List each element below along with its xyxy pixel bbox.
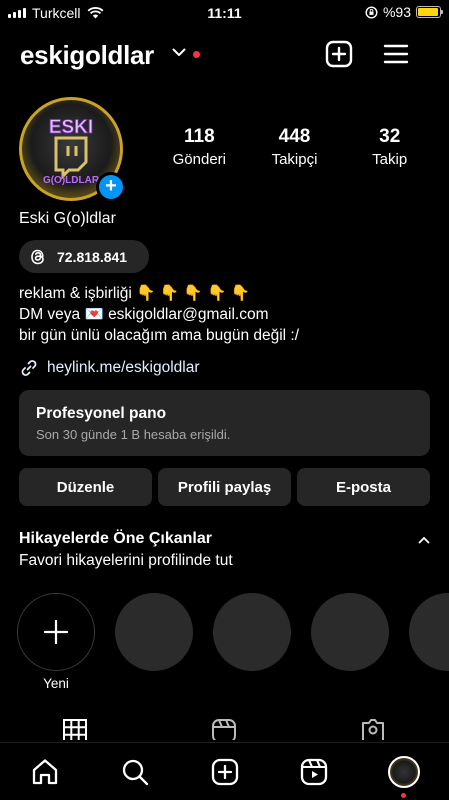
profile-link[interactable]: heylink.me/eskigoldlar: [19, 358, 200, 378]
professional-dashboard[interactable]: Profesyonel pano Son 30 günde 1 B hesaba…: [19, 390, 430, 456]
edit-profile-button[interactable]: Düzenle: [19, 468, 152, 506]
chevron-down-icon[interactable]: [172, 48, 186, 57]
highlight-placeholder: [115, 593, 193, 671]
highlights-subtitle: Favori hikayelerini profilinde tut: [19, 552, 233, 569]
avatar-text-bottom: G(O)LDLAR: [43, 175, 100, 186]
profile-stats: 118 Gönderi 448 Takipçi 32 Takip: [150, 126, 439, 168]
bio: reklam & işbirliği 👇 👇 👇 👇 👇 DM veya 💌 e…: [19, 283, 299, 346]
following-stat[interactable]: 32 Takip: [340, 126, 439, 168]
posts-stat[interactable]: 118 Gönderi: [150, 126, 249, 168]
new-highlight-label: Yeni: [43, 676, 69, 691]
twitch-logo-icon: [54, 136, 88, 180]
tagged-icon[interactable]: [360, 718, 386, 740]
link-text[interactable]: heylink.me/eskigoldlar: [47, 359, 200, 377]
bottom-navigation: [0, 742, 449, 800]
add-story-button[interactable]: +: [96, 172, 126, 202]
highlights-title: Hikayelerde Öne Çıkanlar: [19, 530, 212, 547]
highlight-placeholder: [213, 593, 291, 671]
avatar-text-top: ESKI: [49, 117, 93, 138]
profile-header: eskigoldlar: [20, 36, 429, 76]
link-icon: [21, 360, 37, 376]
menu-icon[interactable]: [382, 40, 410, 68]
display-name: Eski G(o)ldlar: [19, 210, 116, 227]
highlights-row: Yeni: [17, 593, 449, 693]
chevron-up-icon[interactable]: [418, 536, 430, 544]
followers-count: 448: [278, 126, 311, 147]
profile-tabs: [0, 718, 449, 740]
bio-line: reklam & işbirliği 👇 👇 👇 👇 👇: [19, 285, 250, 302]
posts-count: 118: [183, 126, 215, 147]
home-icon[interactable]: [30, 757, 60, 787]
notification-dot: [193, 51, 200, 58]
username[interactable]: eskigoldlar: [20, 40, 154, 71]
highlights-section: Hikayelerde Öne Çıkanlar Favori hikayele…: [19, 530, 430, 570]
followers-stat[interactable]: 448 Takipçi: [249, 126, 341, 168]
create-post-icon[interactable]: [325, 40, 353, 68]
threads-count: 72.818.841: [57, 248, 128, 265]
threads-icon: [31, 249, 44, 264]
profile-nav-avatar[interactable]: [388, 756, 420, 788]
battery-fill: [418, 8, 438, 16]
create-icon[interactable]: [210, 757, 240, 787]
highlight-placeholder: [311, 593, 389, 671]
status-bar: Turkcell 11:11 %93: [0, 0, 449, 26]
bio-line: DM veya 💌 eskigoldlar@gmail.com: [19, 306, 269, 323]
highlight-placeholder: [409, 593, 449, 671]
posts-label: Gönderi: [172, 151, 226, 168]
plus-icon: [43, 619, 69, 645]
email-button[interactable]: E-posta: [297, 468, 430, 506]
followers-label: Takipçi: [271, 151, 318, 168]
share-profile-button[interactable]: Profili paylaş: [158, 468, 291, 506]
search-icon[interactable]: [120, 757, 150, 787]
bio-line: bir gün ünlü olacağım ama bugün değil :/: [19, 327, 300, 344]
notification-dot: [401, 793, 406, 798]
dashboard-title: Profesyonel pano: [36, 405, 167, 422]
grid-icon[interactable]: [62, 718, 88, 740]
profile-action-buttons: Düzenle Profili paylaş E-posta: [19, 468, 430, 506]
reels-tab-icon[interactable]: [211, 718, 237, 740]
status-right: %93: [365, 4, 443, 20]
battery-icon: [416, 6, 443, 18]
battery-percent: %93: [382, 4, 411, 20]
following-label: Takip: [372, 151, 408, 168]
reels-icon[interactable]: [299, 757, 329, 787]
new-highlight-button[interactable]: [17, 593, 95, 671]
dashboard-subtitle: Son 30 günde 1 B hesaba erişildi.: [36, 427, 231, 442]
threads-badge[interactable]: 72.818.841: [19, 240, 149, 273]
following-count: 32: [379, 126, 401, 147]
orientation-lock-icon: [365, 5, 378, 19]
profile-avatar-container[interactable]: ESKI G(O)LDLAR +: [19, 97, 126, 202]
